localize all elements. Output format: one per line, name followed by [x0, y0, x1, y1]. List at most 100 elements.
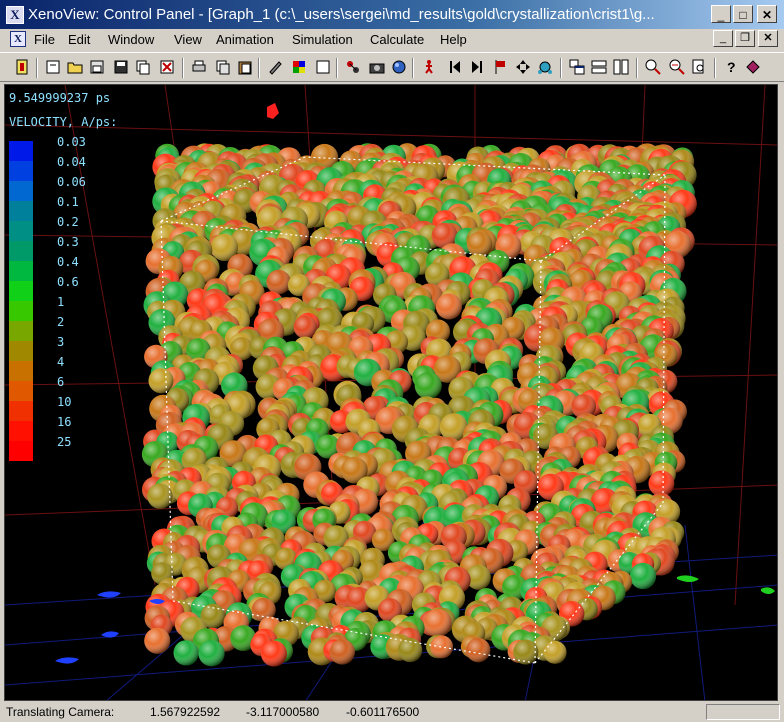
legend-label: 25 — [57, 435, 72, 449]
arrows-icon[interactable] — [514, 58, 532, 76]
legend-label: 0.3 — [57, 235, 79, 249]
legend-swatch — [9, 181, 33, 201]
maximize-button[interactable]: □ — [733, 5, 753, 23]
legend-swatch — [9, 141, 33, 161]
camera-icon[interactable] — [368, 58, 386, 76]
menu-calculate[interactable]: Calculate — [370, 32, 424, 47]
copy-clip-icon[interactable] — [214, 58, 232, 76]
legend-label: 16 — [57, 415, 72, 429]
status-label: Translating Camera: — [6, 705, 115, 719]
minimize-button[interactable]: _ — [711, 5, 731, 23]
legend-swatch — [9, 321, 33, 341]
zoom-in-icon[interactable] — [644, 58, 662, 76]
walk-icon[interactable] — [420, 58, 438, 76]
pen-icon[interactable] — [266, 58, 284, 76]
tile-icon[interactable] — [568, 58, 586, 76]
legend-label: 0.1 — [57, 195, 79, 209]
color-palette-icon[interactable] — [290, 58, 308, 76]
axis-marker-red — [267, 103, 279, 119]
legend-title: VELOCITY, A/ps: — [9, 115, 118, 129]
legend-swatch — [9, 221, 33, 241]
horizontal-icon[interactable] — [590, 58, 608, 76]
help-icon[interactable]: ? — [722, 58, 740, 76]
menu-bar: X File Edit Window View Animation Simula… — [0, 29, 784, 49]
copy-icon[interactable] — [134, 58, 152, 76]
window-title: XenoView: Control Panel - [Graph_1 (c:\_… — [28, 6, 655, 23]
legend-label: 0.03 — [57, 135, 86, 149]
molecule-icon[interactable] — [536, 58, 554, 76]
title-bar[interactable]: X XenoView: Control Panel - [Graph_1 (c:… — [0, 0, 784, 29]
status-bar: Translating Camera: 1.567922592 -3.11700… — [0, 702, 784, 722]
zoom-out-icon[interactable] — [668, 58, 686, 76]
legend-label: 0.2 — [57, 215, 79, 229]
app-icon[interactable]: X — [6, 6, 24, 24]
doc-close-button[interactable]: ✕ — [758, 30, 778, 47]
toolbar-separator — [182, 58, 184, 78]
time-readout: 9.549999237 ps — [9, 91, 111, 105]
legend-swatch — [9, 421, 33, 441]
doc-minimize-button[interactable]: _ — [713, 30, 733, 47]
svg-text:?: ? — [727, 59, 736, 75]
doc-restore-button[interactable]: ❐ — [735, 30, 755, 47]
step-back-icon[interactable] — [446, 58, 464, 76]
legend-label: 3 — [57, 335, 65, 349]
graph-viewport[interactable]: 9.549999237 ps VELOCITY, A/ps: 0.03 0.04… — [4, 84, 778, 701]
legend-swatch — [9, 281, 33, 301]
camera-x-value: 1.567922592 — [150, 705, 221, 719]
xenoview-window: X XenoView: Control Panel - [Graph_1 (c:… — [0, 0, 784, 722]
close-button[interactable]: ✕ — [757, 5, 777, 23]
close-doc-icon[interactable] — [158, 58, 176, 76]
save-icon[interactable] — [112, 58, 130, 76]
flag-icon[interactable] — [492, 58, 510, 76]
legend-label: 6 — [57, 375, 65, 389]
exit-icon[interactable] — [14, 58, 32, 76]
legend-label: 0.06 — [57, 175, 86, 189]
menu-window[interactable]: Window — [108, 32, 154, 47]
camera-y-value: -3.117000580 — [246, 705, 320, 719]
legend-label: 2 — [57, 315, 65, 329]
legend-label: 0.4 — [57, 255, 79, 269]
legend-swatch — [9, 441, 33, 461]
menu-view[interactable]: View — [174, 32, 202, 47]
sphere-icon[interactable] — [390, 58, 408, 76]
menu-simulation[interactable]: Simulation — [292, 32, 353, 47]
step-forward-icon[interactable] — [468, 58, 486, 76]
open-icon[interactable] — [66, 58, 84, 76]
legend-label: 0.04 — [57, 155, 86, 169]
legend-label: 1 — [57, 295, 65, 309]
atom-cluster — [141, 143, 697, 667]
pointer-icon[interactable] — [744, 58, 762, 76]
menu-file[interactable]: File — [34, 32, 55, 47]
legend-swatch — [9, 301, 33, 321]
menu-animation[interactable]: Animation — [216, 32, 274, 47]
toolbar-separator — [714, 58, 716, 78]
legend-swatch — [9, 381, 33, 401]
camera-z-value: -0.601176500 — [346, 705, 420, 719]
toolbar-separator — [336, 58, 338, 78]
menu-help[interactable]: Help — [440, 32, 467, 47]
zoom-page-icon[interactable] — [690, 58, 708, 76]
toolbar: ? — [0, 52, 784, 82]
legend-swatch — [9, 341, 33, 361]
toolbar-separator — [636, 58, 638, 78]
new-icon[interactable] — [44, 58, 62, 76]
status-panel — [706, 704, 780, 720]
toolbar-separator — [412, 58, 414, 78]
atoms-icon[interactable] — [344, 58, 362, 76]
legend-swatch — [9, 201, 33, 221]
legend-swatch — [9, 161, 33, 181]
document-icon[interactable]: X — [10, 31, 26, 47]
vertical-icon[interactable] — [612, 58, 630, 76]
save-as-icon[interactable] — [88, 58, 106, 76]
atom-scene[interactable] — [5, 85, 778, 701]
toolbar-separator — [258, 58, 260, 78]
print-icon[interactable] — [190, 58, 208, 76]
frame-icon[interactable] — [314, 58, 332, 76]
legend-swatch — [9, 361, 33, 381]
legend-swatch — [9, 241, 33, 261]
menu-edit[interactable]: Edit — [68, 32, 90, 47]
legend-label: 4 — [57, 355, 65, 369]
legend-swatch — [9, 261, 33, 281]
legend-swatch — [9, 401, 33, 421]
paste-icon[interactable] — [236, 58, 254, 76]
